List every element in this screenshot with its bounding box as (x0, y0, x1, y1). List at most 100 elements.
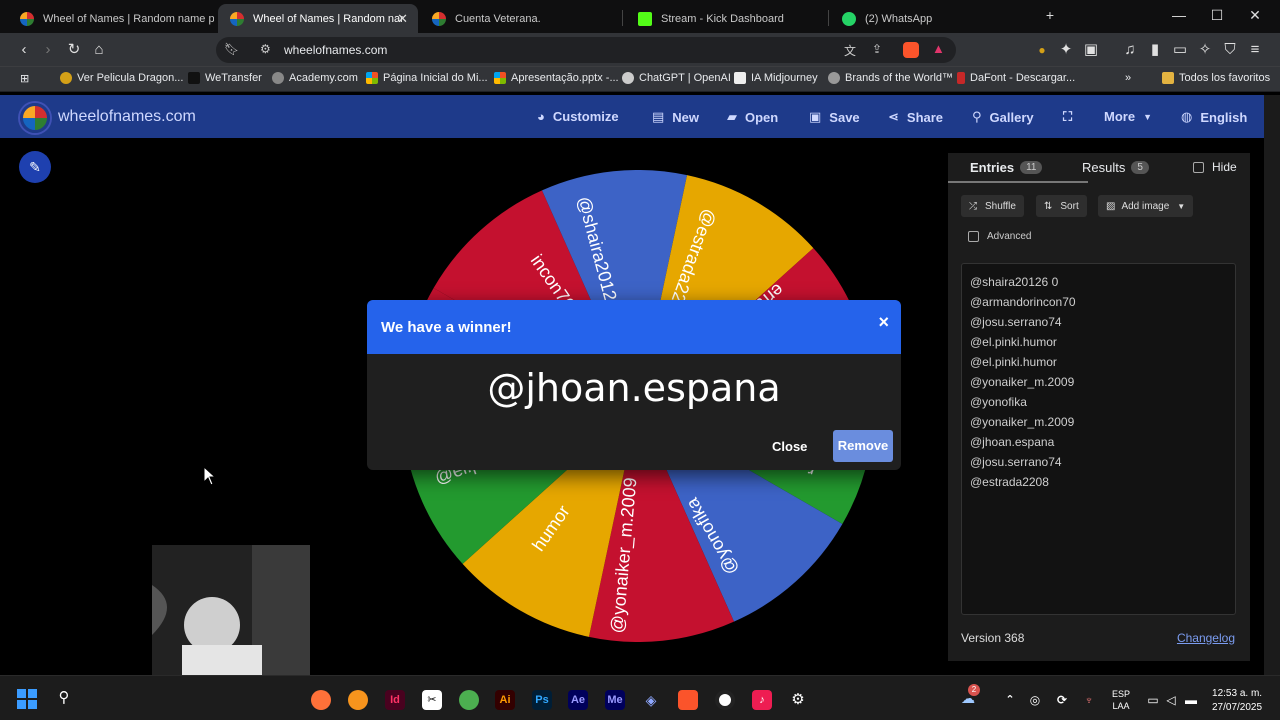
after-effects-icon[interactable]: Ae (568, 690, 588, 710)
leo-ai-icon[interactable]: ✧ (1195, 40, 1215, 60)
maximize-button[interactable]: ☐ (1207, 7, 1227, 24)
browser-tab[interactable]: Cuenta Veterana. (420, 4, 620, 33)
search-icon[interactable]: ⚲ (54, 688, 74, 708)
bookmark-item[interactable]: Ver Pelicula Dragon... (60, 72, 183, 84)
bookmark-item[interactable]: ChatGPT | OpenAI (622, 72, 731, 84)
remove-button[interactable]: Remove (833, 430, 893, 462)
wheel-logo-icon[interactable] (20, 103, 50, 133)
browser-tab[interactable]: Stream - Kick Dashboard (626, 4, 826, 33)
network-icon[interactable]: ▭ (1143, 690, 1163, 710)
bookmark-item[interactable]: DaFont - Descargar... (957, 72, 1075, 84)
browser-tab[interactable]: Wheel of Names | Random name pick (8, 4, 214, 33)
extensions-puzzle-icon[interactable]: ✦ (1056, 40, 1076, 60)
share-page-icon[interactable]: ⇪ (872, 42, 882, 56)
bookmarks-overflow-button[interactable]: » (1125, 72, 1131, 84)
open-button[interactable]: ▰ Open (727, 109, 778, 125)
firefox-icon[interactable] (311, 690, 331, 710)
extension-icon[interactable]: ● (1032, 40, 1052, 60)
new-tab-button[interactable]: + (1040, 7, 1060, 23)
site-settings-icon[interactable]: ⚙ (260, 42, 271, 56)
entries-textarea[interactable]: @shaira20126 0 @armandorincon70 @josu.se… (961, 263, 1236, 615)
illustrator-icon[interactable]: Ai (495, 690, 515, 710)
hide-toggle[interactable]: Hide (1193, 160, 1237, 174)
microphone-icon[interactable]: ♆ (1079, 690, 1099, 710)
close-tab-icon[interactable]: ✕ (397, 11, 408, 27)
sync-icon[interactable]: ⟳ (1052, 690, 1072, 710)
system-clock[interactable]: 12:53 a. m. 27/07/2025 (1212, 687, 1262, 715)
midjourney-icon (734, 72, 746, 84)
all-bookmarks-folder[interactable]: Todos los favoritos (1162, 72, 1270, 84)
bookmark-item[interactable]: Brands of the World™ (828, 72, 953, 84)
shuffle-button[interactable]: ⤮ Shuffle (961, 195, 1024, 217)
chrome-icon[interactable] (459, 690, 479, 710)
entries-count-badge: 11 (1020, 161, 1043, 174)
windows-start-icon[interactable] (17, 689, 37, 709)
vscode-icon[interactable]: ◈ (641, 690, 661, 710)
battery-icon[interactable]: ▬ (1181, 690, 1201, 710)
customize-button[interactable]: ◕ Customize (537, 109, 619, 124)
fullscreen-icon: ⛶ (1063, 109, 1073, 124)
pencil-icon: ✎ (29, 158, 41, 175)
browser-tab[interactable]: (2) WhatsApp (830, 4, 1030, 33)
tab-results[interactable]: Results 5 (1082, 160, 1149, 175)
wallet-icon[interactable]: ▭ (1170, 40, 1190, 60)
tab-entries[interactable]: Entries 11 (970, 160, 1043, 175)
new-button[interactable]: ▤ New (652, 109, 699, 125)
microsoft-icon (494, 72, 506, 84)
vpn-icon[interactable]: ⛉ (1220, 40, 1240, 60)
page-scrollbar[interactable] (1264, 95, 1280, 675)
save-button[interactable]: ▣ Save (809, 109, 860, 125)
site-name[interactable]: wheelofnames.com (58, 108, 196, 126)
bookmark-item[interactable]: Academy.com (272, 72, 358, 84)
minimize-button[interactable]: — (1169, 7, 1189, 23)
language-button[interactable]: ◍ English (1181, 109, 1247, 125)
sidebar-icon[interactable]: ▮ (1145, 40, 1165, 60)
browser-tab-active[interactable]: Wheel of Names | Random name pick ✕ (218, 4, 418, 33)
share-button[interactable]: ⋖ Share (888, 109, 943, 125)
forward-icon[interactable]: › (38, 40, 58, 60)
close-button[interactable]: Close (772, 439, 807, 454)
translate-icon[interactable]: 文 (844, 42, 856, 59)
apps-grid-icon[interactable]: ⊞ (20, 72, 29, 85)
bookmark-item[interactable]: Página Inicial do Mi... (366, 72, 488, 84)
capcut-icon[interactable]: ✂ (422, 690, 442, 710)
home-icon[interactable]: ⌂ (89, 40, 109, 60)
fullscreen-button[interactable]: ⛶ (1063, 109, 1080, 125)
reload-icon[interactable]: ↻ (64, 40, 84, 60)
back-icon[interactable]: ‹ (14, 40, 34, 60)
fl-studio-icon[interactable] (348, 690, 368, 710)
media-encoder-icon[interactable]: Me (605, 690, 625, 710)
gallery-button[interactable]: ⚲ Gallery (972, 109, 1034, 125)
add-image-button[interactable]: ▨ Add image ▼ (1098, 195, 1194, 217)
changelog-link[interactable]: Changelog (1177, 631, 1235, 645)
chevron-up-icon[interactable]: ⌃ (1000, 690, 1020, 710)
close-icon[interactable]: × (878, 312, 889, 333)
obs-icon[interactable] (715, 690, 735, 710)
close-window-button[interactable]: ✕ (1245, 7, 1265, 24)
bookmark-icon[interactable]: 🔖︎ (224, 42, 239, 56)
photoshop-icon[interactable]: Ps (532, 690, 552, 710)
media-icon[interactable]: ♫ (1120, 40, 1140, 60)
settings-gear-icon[interactable]: ⚙ (788, 690, 808, 710)
bookmark-item[interactable]: WeTransfer (188, 72, 262, 84)
brave-icon[interactable] (678, 690, 698, 710)
bookmark-item[interactable]: Apresentação.pptx -... (494, 72, 619, 84)
camera-icon[interactable]: ◎ (1025, 690, 1045, 710)
bookmark-item[interactable]: IA Midjourney (734, 72, 818, 84)
more-menu-button[interactable]: More ▼ (1104, 109, 1152, 124)
language-indicator[interactable]: ESP LAA (1112, 688, 1130, 712)
tab-search-icon[interactable]: ▣ (1081, 40, 1101, 60)
sort-button[interactable]: ⇅ Sort (1036, 195, 1087, 217)
save-icon: ▣ (809, 109, 822, 124)
advanced-checkbox[interactable]: Advanced (968, 231, 1031, 242)
edit-pencil-button[interactable]: ✎ (19, 151, 51, 183)
indesign-icon[interactable]: Id (385, 690, 405, 710)
address-bar[interactable]: 🔖︎ ⚙ wheelofnames.com 文 ⇪ ▲ (216, 37, 956, 63)
menu-icon[interactable]: ≡ (1245, 40, 1265, 60)
kick-favicon-icon (638, 11, 652, 26)
volume-icon[interactable]: ◁ (1161, 690, 1181, 710)
brave-rewards-icon[interactable]: ▲ (932, 41, 945, 56)
brave-shields-icon[interactable] (903, 42, 919, 58)
tiktok-icon[interactable]: ♪ (752, 690, 772, 710)
caret-down-icon: ▼ (1143, 111, 1152, 122)
